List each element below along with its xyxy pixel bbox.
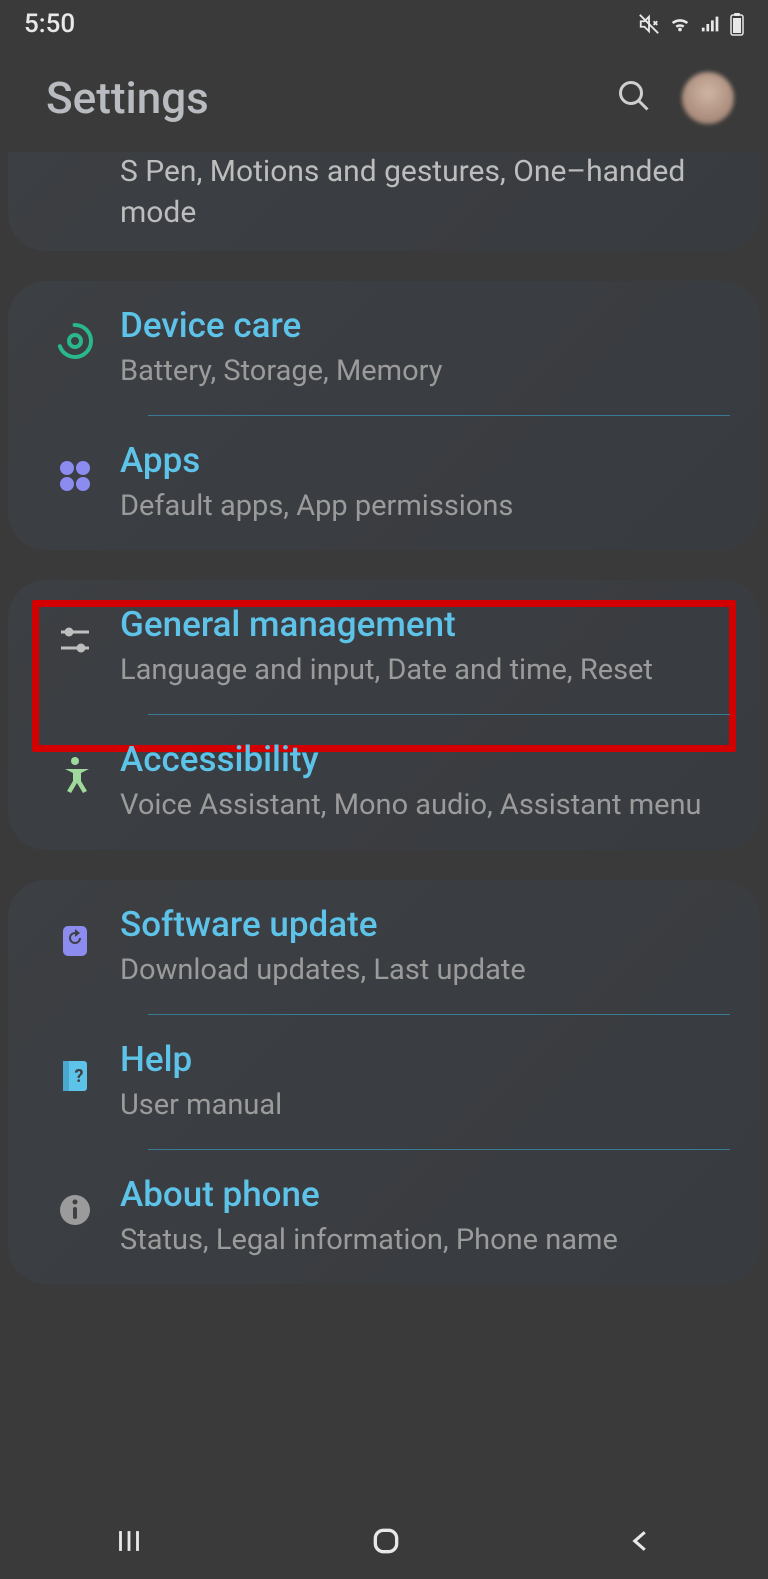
settings-item-subtitle: Language and input, Date and time, Reset <box>120 651 736 690</box>
settings-item-subtitle: User manual <box>120 1086 736 1125</box>
profile-avatar[interactable] <box>682 72 734 124</box>
back-icon <box>626 1526 656 1556</box>
page-title: Settings <box>46 72 209 124</box>
settings-item-apps[interactable]: Apps Default apps, App permissions <box>8 416 760 550</box>
battery-icon <box>730 12 744 36</box>
recent-apps-icon <box>112 1524 146 1558</box>
signal-icon <box>700 13 722 35</box>
home-button[interactable] <box>370 1525 402 1557</box>
settings-group: Device care Battery, Storage, Memory App… <box>8 281 760 550</box>
svg-text:?: ? <box>75 1066 84 1087</box>
settings-item-subtitle: Battery, Storage, Memory <box>120 352 736 391</box>
settings-item-about-phone[interactable]: About phone Status, Legal information, P… <box>8 1150 760 1284</box>
status-time: 5:50 <box>24 9 75 39</box>
settings-item-title: Software update <box>120 904 736 945</box>
settings-header: Settings <box>0 48 768 152</box>
settings-item-general-management[interactable]: General management Language and input, D… <box>8 580 760 714</box>
status-indicators <box>638 12 744 36</box>
wifi-icon <box>668 13 692 35</box>
settings-item-title: Help <box>120 1039 736 1080</box>
settings-item-help[interactable]: ? Help User manual <box>8 1015 760 1149</box>
settings-item-subtitle: Voice Assistant, Mono audio, Assistant m… <box>120 786 736 825</box>
info-icon <box>53 1188 97 1232</box>
settings-item-accessibility[interactable]: Accessibility Voice Assistant, Mono audi… <box>8 715 760 849</box>
back-button[interactable] <box>626 1526 656 1556</box>
search-button[interactable] <box>616 78 652 118</box>
navigation-bar <box>0 1503 768 1579</box>
settings-item-title: About phone <box>120 1174 736 1215</box>
settings-item-subtitle: S Pen, Motions and gestures, One–handed … <box>120 152 736 233</box>
settings-item-advanced-features[interactable]: S Pen, Motions and gestures, One–handed … <box>8 152 760 251</box>
settings-item-title: General management <box>120 604 736 645</box>
accessibility-icon <box>53 753 97 797</box>
recent-apps-button[interactable] <box>112 1524 146 1558</box>
mute-icon <box>638 13 660 35</box>
software-update-icon <box>53 918 97 962</box>
settings-item-title: Accessibility <box>120 739 736 780</box>
apps-icon <box>53 454 97 498</box>
sliders-icon <box>53 618 97 662</box>
home-icon <box>370 1525 402 1557</box>
settings-item-software-update[interactable]: Software update Download updates, Last u… <box>8 880 760 1014</box>
settings-item-subtitle: Download updates, Last update <box>120 951 736 990</box>
settings-item-subtitle: Default apps, App permissions <box>120 487 736 526</box>
settings-item-title: Device care <box>120 305 736 346</box>
settings-item-subtitle: Status, Legal information, Phone name <box>120 1221 736 1260</box>
settings-group-partial: S Pen, Motions and gestures, One–handed … <box>8 152 760 251</box>
settings-item-title: Apps <box>120 440 736 481</box>
device-care-icon <box>53 319 97 363</box>
settings-group: General management Language and input, D… <box>8 580 760 849</box>
help-icon: ? <box>53 1053 97 1097</box>
settings-group: Software update Download updates, Last u… <box>8 880 760 1284</box>
settings-list: S Pen, Motions and gestures, One–handed … <box>0 152 768 1284</box>
search-icon <box>616 78 652 114</box>
settings-item-device-care[interactable]: Device care Battery, Storage, Memory <box>8 281 760 415</box>
status-bar: 5:50 <box>0 0 768 48</box>
